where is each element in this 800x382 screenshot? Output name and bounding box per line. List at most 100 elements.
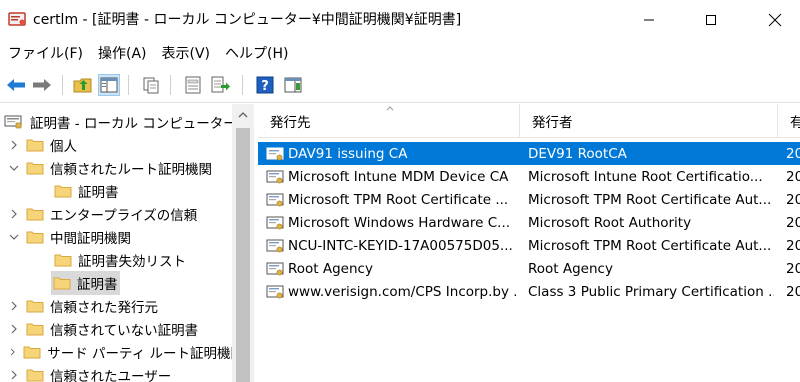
show-hide-console-tree-icon — [100, 77, 118, 93]
help-icon: ? — [256, 76, 274, 94]
certificate-list: 発行先 発行者 有 DAV91 issuing CA DEV91 RootCA 20… — [258, 104, 800, 382]
close-button[interactable] — [752, 0, 798, 40]
tree-item-intermediate-ca[interactable]: 中間証明機関 — [8, 225, 244, 248]
menu-file[interactable]: ファイル(F) — [0, 43, 90, 63]
tree-item-third-party-root[interactable]: サード パーティ ルート証明機関 — [8, 340, 244, 363]
table-row[interactable]: Microsoft Windows Hardware C... Microsoft… — [258, 211, 800, 234]
issued-by-text: DEV91 RootCA — [528, 145, 627, 162]
action-pane-button[interactable] — [282, 74, 304, 96]
chevron-right-icon[interactable] — [8, 208, 20, 220]
computer-certificates-icon — [4, 115, 22, 128]
issued-to-text: www.verisign.com/CPS Incorp.by ... — [288, 283, 516, 300]
scrollbar-thumb[interactable] — [236, 128, 250, 382]
issued-by-text: Microsoft TPM Root Certificate Aut... — [528, 191, 772, 208]
issued-to-text: Microsoft Intune MDM Device CA — [288, 168, 509, 185]
tree-item-untrusted-certificates[interactable]: 信頼されていない証明書 — [8, 317, 244, 340]
table-row[interactable]: Root Agency Root Agency 20 — [258, 257, 800, 280]
minimize-button[interactable] — [626, 0, 672, 40]
tree-item-trusted-people[interactable]: 信頼されたユーザー — [8, 363, 244, 382]
certificate-icon — [266, 193, 284, 206]
cell-issued-to: NCU-INTC-KEYID-17A00575D05... — [266, 234, 516, 257]
table-row[interactable]: Microsoft TPM Root Certificate ... Micros… — [258, 188, 800, 211]
title-bar: certlm - [証明書 - ローカル コンピューター¥中間証明機関¥証明書] — [0, 0, 800, 40]
tree-item-enterprise-trust[interactable]: エンタープライズの信頼 — [8, 202, 244, 225]
folder-icon — [54, 254, 72, 266]
issued-by-text: Microsoft TPM Root Certificate Aut... — [528, 237, 772, 254]
folder-icon — [26, 208, 44, 220]
tree-item-personal[interactable]: 個人 — [8, 133, 244, 156]
tree-item-label: 信頼されたユーザー — [50, 368, 172, 382]
tree-item-label: エンタープライズの信頼 — [50, 207, 198, 224]
tree-item-crl[interactable]: 証明書失効リスト — [36, 248, 253, 271]
tree-vertical-scrollbar[interactable] — [232, 104, 254, 382]
toolbar-separator — [62, 75, 63, 95]
action-pane-icon — [284, 77, 302, 93]
cell-expiration: 20 — [786, 188, 800, 211]
chevron-right-icon[interactable] — [8, 139, 20, 151]
table-row[interactable]: NCU-INTC-KEYID-17A00575D05... Microsoft T… — [258, 234, 800, 257]
issued-to-text: Microsoft TPM Root Certificate ... — [288, 191, 509, 208]
tree-item-label: サード パーティ ルート証明機関 — [47, 345, 244, 362]
help-button[interactable]: ? — [254, 74, 276, 96]
menu-action[interactable]: 操作(A) — [90, 43, 154, 63]
sort-ascending-icon — [386, 106, 394, 111]
list-header: 発行先 発行者 有 — [258, 104, 800, 138]
tree-item-trusted-publishers[interactable]: 信頼された発行元 — [8, 294, 244, 317]
chevron-up-icon — [238, 112, 248, 118]
menu-view[interactable]: 表示(V) — [154, 43, 218, 63]
folder-open-icon — [26, 162, 44, 174]
forward-button[interactable] — [31, 74, 53, 96]
column-label: 発行者 — [532, 115, 573, 131]
tree-item-label: 証明書失効リスト — [78, 253, 186, 270]
tree-selection-highlight: 証明書 — [51, 270, 120, 295]
expiration-text: 20 — [786, 191, 800, 208]
certificate-icon — [266, 170, 284, 183]
column-header-issued-by[interactable]: 発行者 — [520, 104, 778, 138]
expiration-text: 20 — [786, 214, 800, 231]
cell-issued-by: Microsoft TPM Root Certificate Aut... — [528, 234, 774, 257]
certificate-icon — [266, 285, 284, 298]
table-row[interactable]: www.verisign.com/CPS Incorp.by ... Class … — [258, 280, 800, 303]
chevron-down-icon[interactable] — [8, 231, 20, 243]
copy-icon — [143, 77, 159, 94]
scroll-up-button[interactable] — [232, 104, 254, 126]
chevron-right-icon[interactable] — [8, 346, 17, 358]
menu-help[interactable]: ヘルプ(H) — [217, 43, 295, 63]
properties-button[interactable] — [182, 74, 204, 96]
table-row[interactable]: DAV91 issuing CA DEV91 RootCA 20 — [258, 142, 800, 165]
tree-item-trusted-root[interactable]: 信頼されたルート証明機関 — [8, 156, 244, 179]
column-label: 発行先 — [270, 115, 311, 131]
back-button[interactable] — [5, 74, 27, 96]
tree-item-label: 信頼されていない証明書 — [50, 322, 199, 339]
tree-item-intermediate-certificates[interactable]: 証明書 — [36, 270, 253, 295]
column-header-expiration[interactable]: 有 — [778, 104, 800, 138]
issued-to-text: Microsoft Windows Hardware C... — [288, 214, 511, 231]
table-row[interactable]: Microsoft Intune MDM Device CA Microsoft … — [258, 165, 800, 188]
chevron-right-icon[interactable] — [8, 323, 20, 335]
chevron-right-icon[interactable] — [8, 300, 20, 312]
folder-icon — [54, 185, 72, 197]
tree-root[interactable]: 証明書 - ローカル コンピューター — [4, 110, 240, 133]
close-icon — [768, 13, 782, 27]
show-hide-console-tree-button[interactable] — [98, 74, 120, 96]
chevron-down-icon[interactable] — [8, 162, 20, 174]
chevron-right-icon[interactable] — [8, 369, 20, 381]
cell-issued-to: www.verisign.com/CPS Incorp.by ... — [266, 280, 516, 303]
maximize-button[interactable] — [688, 0, 734, 40]
expiration-text: 20 — [786, 260, 800, 277]
back-arrow-icon — [7, 79, 25, 91]
cell-issued-by: Microsoft Intune Root Certificatio... — [528, 165, 774, 188]
toolbar: ? — [0, 67, 800, 103]
toolbar-separator — [242, 75, 243, 95]
up-one-level-button[interactable] — [72, 74, 94, 96]
cell-issued-to: Root Agency — [266, 257, 516, 280]
issued-to-text: Root Agency — [288, 260, 373, 277]
tree-item-label: 個人 — [50, 138, 77, 155]
copy-button[interactable] — [140, 74, 162, 96]
cell-issued-by: DEV91 RootCA — [528, 142, 774, 165]
tree-item-trusted-root-certificates[interactable]: 証明書 — [36, 179, 253, 202]
column-header-issued-to[interactable]: 発行先 — [258, 104, 520, 138]
expiration-text: 20 — [786, 283, 800, 300]
folder-icon — [26, 369, 44, 381]
export-list-button[interactable] — [210, 74, 232, 96]
